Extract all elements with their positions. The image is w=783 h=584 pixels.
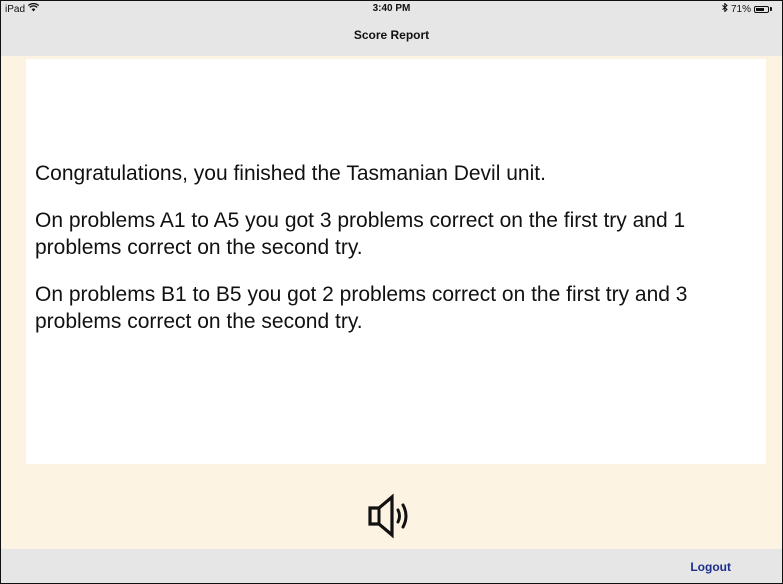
report-paragraph-problems-a: On problems A1 to A5 you got 3 problems …	[35, 209, 686, 259]
status-right: 71%	[722, 2, 772, 15]
report-paragraph-congratulations: Congratulations, you finished the Tasman…	[35, 162, 546, 185]
logout-button[interactable]: Logout	[690, 560, 731, 574]
battery-fill	[756, 7, 764, 11]
navigation-bar: Score Report	[1, 18, 782, 56]
battery-tip	[770, 7, 772, 11]
report-paragraph-problems-b: On problems B1 to B5 you got 2 problems …	[35, 283, 688, 333]
battery-icon	[754, 5, 769, 13]
app-frame: iPad 3:40 PM 71% Score Report Congratula…	[0, 0, 783, 584]
report-text: Congratulations, you finished the Tasman…	[35, 160, 735, 355]
battery-percent: 71%	[730, 3, 751, 15]
score-report-card: Congratulations, you finished the Tasman…	[26, 59, 766, 464]
page-title: Score Report	[353, 28, 430, 42]
speaker-icon[interactable]	[365, 493, 421, 539]
bluetooth-icon	[722, 2, 728, 15]
bottom-toolbar: Logout	[1, 549, 782, 583]
status-time: 3:40 PM	[372, 3, 411, 14]
status-bar: iPad 3:40 PM 71%	[1, 1, 782, 18]
